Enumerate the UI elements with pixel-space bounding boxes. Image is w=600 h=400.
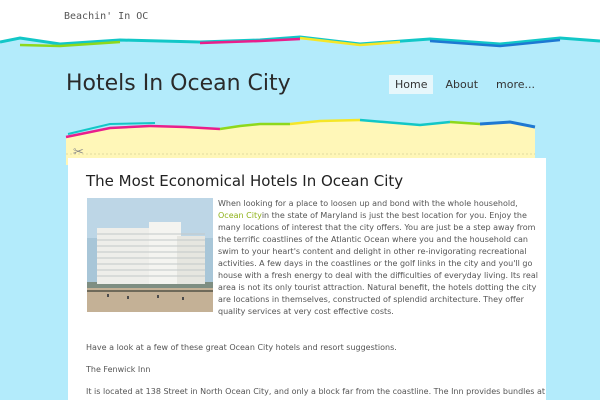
intro-paragraph: When looking for a place to loosen up an…	[218, 199, 538, 316]
top-bar: Beachin' In OC	[0, 0, 600, 40]
nav-item-more[interactable]: more...	[490, 75, 541, 94]
paragraph-hotel-name: The Fenwick Inn	[86, 365, 151, 374]
ocean-city-link[interactable]: Ocean City	[218, 211, 262, 220]
paragraph-hotel-description: It is located at 138 Street in North Oce…	[86, 387, 546, 396]
nav-item-home[interactable]: Home	[389, 75, 434, 94]
paragraph-suggestions: Have a look at a few of these great Ocea…	[86, 343, 397, 352]
site-tagline: Beachin' In OC	[64, 11, 149, 22]
post-title[interactable]: The Most Economical Hotels In Ocean City	[86, 172, 403, 190]
post-content: The Most Economical Hotels In Ocean City	[68, 158, 546, 400]
main-nav: Home About more...	[389, 75, 541, 94]
nav-item-about[interactable]: About	[439, 75, 484, 94]
site-title[interactable]: Hotels In Ocean City	[66, 71, 291, 96]
hotel-photo	[87, 198, 213, 312]
